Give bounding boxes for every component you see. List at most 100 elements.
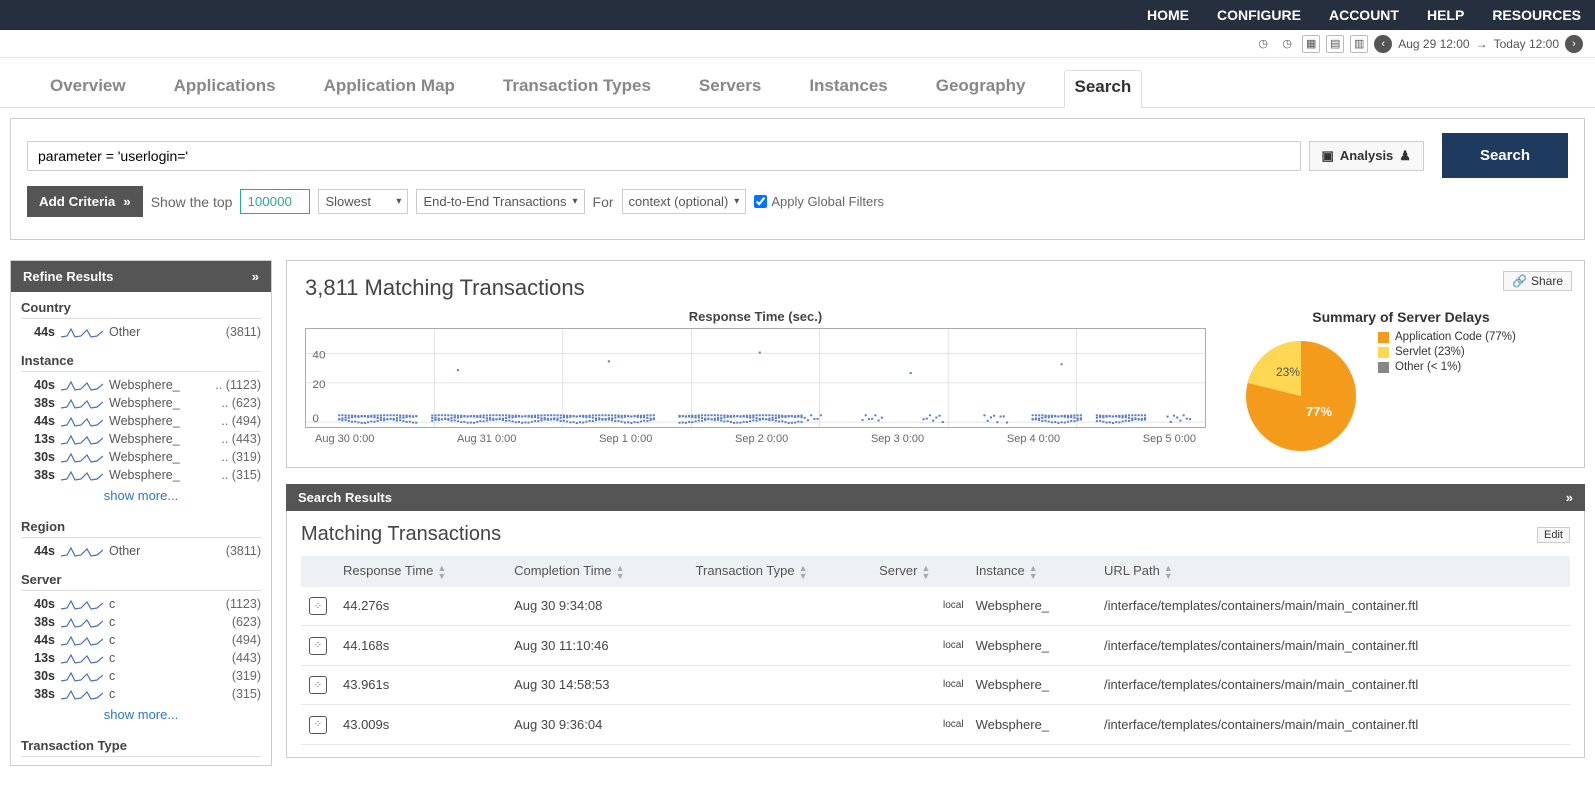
show-more-link[interactable]: show more...	[21, 703, 261, 726]
sparkline-icon	[61, 432, 103, 446]
context-select[interactable]: context (optional)▾	[622, 189, 747, 214]
scope-select[interactable]: End-to-End Transactions▾	[416, 189, 584, 214]
results-table: Response Time▲▼Completion Time▲▼Transact…	[301, 556, 1570, 745]
dice-icon[interactable]: ⁘	[309, 597, 327, 615]
table-row[interactable]: ⁘ 43.961s Aug 30 14:58:53 local Webspher…	[301, 665, 1570, 705]
facet-row[interactable]: 44s c (494)	[21, 631, 261, 649]
next-range-button[interactable]: ›	[1565, 35, 1583, 53]
col-header[interactable]: Instance▲▼	[968, 556, 1096, 587]
top-n-input[interactable]	[240, 189, 310, 214]
tab-applications[interactable]: Applications	[164, 70, 286, 107]
facet-row[interactable]: 44s Other (3811)	[21, 542, 261, 560]
svg-text:0: 0	[312, 414, 319, 425]
facet-header: Server	[21, 572, 261, 591]
query-input[interactable]	[27, 141, 1301, 171]
search-button[interactable]: Search	[1442, 133, 1568, 178]
dice-icon[interactable]: ⁘	[309, 637, 327, 655]
svg-text:20: 20	[312, 379, 325, 390]
dice-icon[interactable]: ⁘	[309, 716, 327, 734]
nav-configure[interactable]: CONFIGURE	[1217, 7, 1301, 23]
share-button[interactable]: 🔗Share	[1503, 271, 1572, 291]
show-top-label: Show the top	[151, 194, 233, 210]
results-panel: Edit Matching Transactions Response Time…	[286, 511, 1585, 758]
svg-text:23%: 23%	[1276, 365, 1300, 379]
sort-select[interactable]: Slowest▾	[318, 189, 408, 214]
sparkline-icon	[61, 325, 103, 339]
collapse-sidebar-button[interactable]: »	[252, 269, 259, 284]
link-icon: 🔗	[1512, 274, 1527, 288]
scatter-chart: Response Time (sec.) 40 20 0 Aug 30 0:00…	[305, 309, 1206, 445]
show-more-link[interactable]: show more...	[21, 484, 261, 507]
facet-row[interactable]: 30s c (319)	[21, 667, 261, 685]
tab-transaction-types[interactable]: Transaction Types	[493, 70, 661, 107]
sparkline-icon	[61, 615, 103, 629]
apply-filters-input[interactable]	[754, 195, 767, 208]
tab-search[interactable]: Search	[1064, 70, 1143, 108]
nav-home[interactable]: HOME	[1147, 7, 1189, 23]
sparkline-icon	[61, 651, 103, 665]
nav-help[interactable]: HELP	[1427, 7, 1464, 23]
facet-row[interactable]: 40s Websphere_ .. (1123)	[21, 376, 261, 394]
facet-row[interactable]: 38s Websphere_ .. (315)	[21, 466, 261, 484]
search-panel: ▣ Analysis ♟ Search Add Criteria » Show …	[10, 118, 1585, 240]
sparkline-icon	[61, 633, 103, 647]
facet-row[interactable]: 30s Websphere_ .. (319)	[21, 448, 261, 466]
facet-row[interactable]: 38s c (315)	[21, 685, 261, 703]
time-to: Today 12:00	[1494, 37, 1559, 51]
refine-title: Refine Results	[23, 269, 113, 284]
pie-chart: 23% 77%	[1236, 331, 1366, 461]
tab-instances[interactable]: Instances	[799, 70, 897, 107]
results-header-label: Search Results	[298, 490, 392, 505]
bulb-icon: ♟	[1399, 148, 1411, 164]
col-header[interactable]: URL Path▲▼	[1096, 556, 1570, 587]
for-label: For	[593, 194, 614, 210]
pie-chart-area: Summary of Server Delays 23% 77% Applica…	[1236, 309, 1566, 461]
legend-row: Servlet (23%)	[1378, 346, 1516, 358]
table-row[interactable]: ⁘ 44.168s Aug 30 11:10:46 local Webspher…	[301, 626, 1570, 666]
analysis-button[interactable]: ▣ Analysis ♟	[1309, 141, 1424, 171]
col-header[interactable]: Completion Time▲▼	[506, 556, 687, 587]
sparkline-icon	[61, 414, 103, 428]
nav-resources[interactable]: RESOURCES	[1492, 7, 1581, 23]
prev-range-button[interactable]: ‹	[1374, 35, 1392, 53]
tab-servers[interactable]: Servers	[689, 70, 771, 107]
grid1-icon[interactable]: ▦	[1302, 35, 1320, 53]
facet-row[interactable]: 40s c (1123)	[21, 595, 261, 613]
tab-overview[interactable]: Overview	[40, 70, 136, 107]
col-header[interactable]: Response Time▲▼	[335, 556, 506, 587]
clock2-icon[interactable]: ◷	[1278, 35, 1296, 53]
facet-row[interactable]: 44s Websphere_ .. (494)	[21, 412, 261, 430]
svg-text:77%: 77%	[1306, 404, 1332, 419]
time-bar: ◷ ◷ ▦ ▤ ▥ ‹ Aug 29 12:00 → Today 12:00 ›	[0, 30, 1595, 58]
facet-row[interactable]: 44s Other (3811)	[21, 323, 261, 341]
facet-header: Transaction Type	[21, 738, 261, 757]
swatch-icon	[1378, 362, 1389, 373]
facet-row[interactable]: 38s c (623)	[21, 613, 261, 631]
facet-row[interactable]: 13s Websphere_ .. (443)	[21, 430, 261, 448]
col-header[interactable]: Server▲▼	[871, 556, 967, 587]
tab-application-map[interactable]: Application Map	[314, 70, 465, 107]
pie-title: Summary of Server Delays	[1236, 309, 1566, 325]
refine-header: Refine Results »	[11, 261, 271, 292]
table-row[interactable]: ⁘ 43.009s Aug 30 9:36:04 local Websphere…	[301, 705, 1570, 745]
col-header[interactable]: Transaction Type▲▼	[688, 556, 872, 587]
add-criteria-button[interactable]: Add Criteria »	[27, 186, 143, 217]
apply-filters-checkbox[interactable]: Apply Global Filters	[754, 194, 884, 209]
facet-row[interactable]: 13s c (443)	[21, 649, 261, 667]
grid2-icon[interactable]: ▤	[1326, 35, 1344, 53]
summary-panel: 🔗Share 3,811 Matching Transactions Respo…	[286, 260, 1585, 468]
dice-icon[interactable]: ⁘	[309, 676, 327, 694]
nav-account[interactable]: ACCOUNT	[1329, 7, 1399, 23]
clock-icon[interactable]: ◷	[1254, 35, 1272, 53]
facet-row[interactable]: 38s Websphere_ .. (623)	[21, 394, 261, 412]
grid3-icon[interactable]: ▥	[1350, 35, 1368, 53]
edit-button[interactable]: Edit	[1537, 527, 1570, 543]
sparkline-icon	[61, 669, 103, 683]
sparkline-icon	[61, 597, 103, 611]
swatch-icon	[1378, 347, 1389, 358]
expand-results-button[interactable]: »	[1566, 490, 1573, 505]
tab-geography[interactable]: Geography	[926, 70, 1036, 107]
table-row[interactable]: ⁘ 44.276s Aug 30 9:34:08 local Websphere…	[301, 587, 1570, 626]
apply-filters-label: Apply Global Filters	[771, 194, 884, 209]
sparkline-icon	[61, 378, 103, 392]
